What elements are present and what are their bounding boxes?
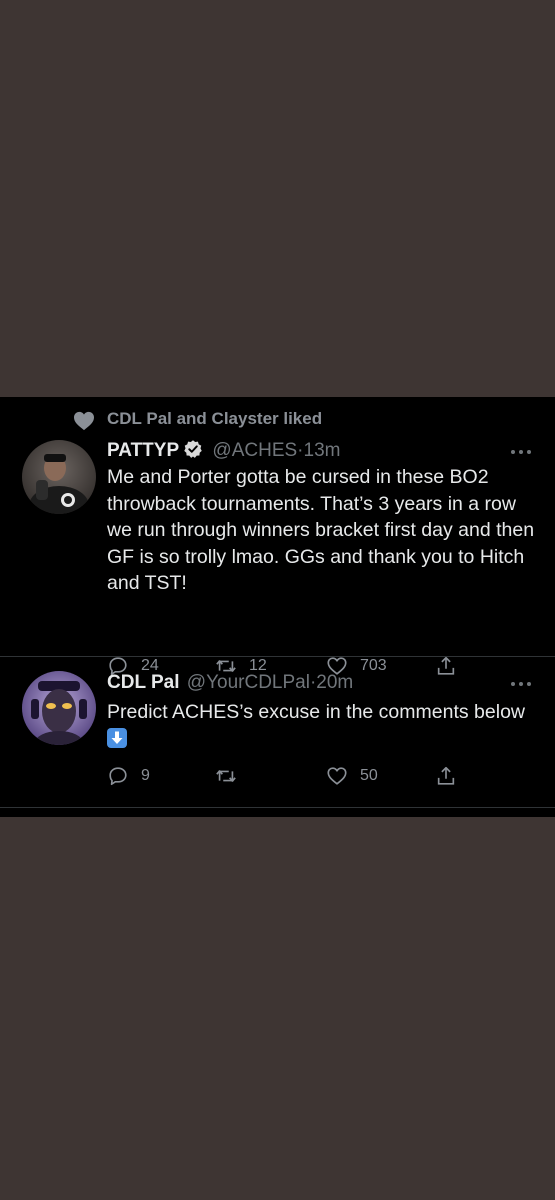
handle[interactable]: @YourCDLPal <box>187 672 310 693</box>
reply-count: 9 <box>141 767 150 784</box>
verified-badge-icon <box>184 440 202 458</box>
tweet-actions: 9 50 <box>107 761 487 791</box>
tweet-text-container: Predict ACHES’s excuse in the comments b… <box>107 699 537 752</box>
handle[interactable]: @ACHES <box>212 440 297 461</box>
share-icon <box>437 766 455 785</box>
heart-icon <box>74 411 94 431</box>
social-context-text: CDL Pal and Clayster liked <box>107 409 323 428</box>
tweet[interactable]: PATTYP @ACHES·13m Me and Porter gotta be… <box>0 437 555 676</box>
timestamp[interactable]: 20m <box>316 672 353 693</box>
tweet[interactable]: CDL Pal @YourCDLPal·20m Predict ACHES’s … <box>0 659 555 809</box>
tweet-text: Predict ACHES’s excuse in the comments b… <box>107 701 525 723</box>
tweet-divider <box>0 656 555 657</box>
more-options-icon[interactable] <box>509 679 533 689</box>
timeline-panel: CDL Pal and Clayster liked PATTYP @ACHES… <box>0 397 555 817</box>
avatar[interactable] <box>22 671 96 745</box>
share-button[interactable] <box>435 761 457 791</box>
more-options-icon[interactable] <box>509 447 533 457</box>
tweet-header: CDL Pal @YourCDLPal·20m <box>107 671 353 695</box>
down-arrow-emoji-icon <box>107 727 127 748</box>
display-name[interactable]: PATTYP <box>107 440 179 461</box>
tweet-divider <box>0 807 555 808</box>
tweet-text: Me and Porter gotta be cursed in these B… <box>107 466 535 594</box>
timestamp[interactable]: 13m <box>304 440 341 461</box>
reply-icon <box>109 767 127 786</box>
retweet-button[interactable] <box>215 761 249 791</box>
like-count: 50 <box>360 767 378 784</box>
like-icon <box>327 767 347 785</box>
retweet-icon <box>216 770 236 782</box>
reply-button[interactable]: 9 <box>107 761 150 791</box>
display-name[interactable]: CDL Pal <box>107 672 180 693</box>
like-button[interactable]: 50 <box>326 761 378 791</box>
tweet-header: PATTYP @ACHES·13m <box>107 439 340 463</box>
avatar[interactable] <box>22 440 96 514</box>
